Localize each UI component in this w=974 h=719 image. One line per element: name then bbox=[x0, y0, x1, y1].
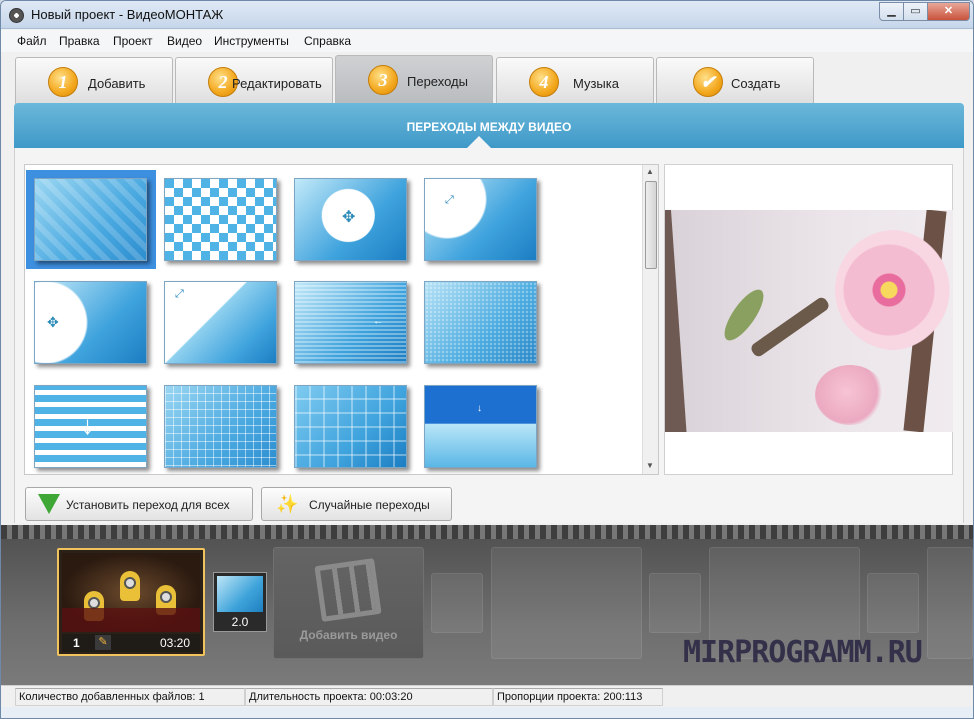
watermark: MIRPROGRAMM.RU bbox=[683, 635, 923, 670]
tab-label: Редактировать bbox=[232, 76, 322, 91]
green-down-arrow-icon bbox=[38, 494, 60, 514]
menu-file[interactable]: Файл bbox=[17, 34, 47, 48]
transition-tile[interactable]: ↓ bbox=[424, 385, 537, 468]
close-button[interactable]: ✕ bbox=[927, 2, 970, 21]
down-arrow-icon: ↓ bbox=[81, 410, 94, 440]
clip-index: 1 bbox=[73, 636, 80, 650]
transition-tile[interactable]: ⤢ bbox=[164, 281, 277, 364]
transition-duration: 2.0 bbox=[231, 615, 249, 629]
status-file-count: Количество добавленных файлов: 1 bbox=[15, 688, 245, 706]
app-window: Новый проект - ВидеоМОНТАЖ ▁ ▭ ✕ Файл Пр… bbox=[0, 0, 974, 719]
random-transitions-button[interactable]: ✨ Случайные переходы bbox=[261, 487, 452, 521]
apply-to-all-button[interactable]: Установить переход для всех bbox=[25, 487, 253, 521]
transition-tile[interactable]: ✥ bbox=[34, 281, 147, 364]
empty-clip-slot bbox=[491, 547, 642, 659]
empty-clip-slot bbox=[927, 547, 973, 659]
preview-area bbox=[664, 164, 953, 475]
status-bar: Количество добавленных файлов: 1 Длитель… bbox=[1, 685, 973, 707]
window-title: Новый проект - ВидеоМОНТАЖ bbox=[31, 7, 224, 22]
transition-tile[interactable] bbox=[164, 178, 277, 261]
menu-tools[interactable]: Инструменты bbox=[214, 34, 289, 48]
transition-tile[interactable] bbox=[164, 385, 277, 468]
transition-tile[interactable] bbox=[294, 385, 407, 468]
clip-thumbnail bbox=[62, 553, 200, 632]
film-reel-icon bbox=[9, 8, 24, 23]
tab-label: Добавить bbox=[88, 76, 146, 91]
timeline-transition[interactable]: 2.0 bbox=[213, 572, 267, 632]
preview-image bbox=[665, 210, 953, 432]
diagonal-arrows-icon: ⤢ bbox=[175, 288, 184, 300]
down-arrow-icon: ↓ bbox=[477, 403, 482, 414]
scroll-down-icon[interactable]: ▼ bbox=[646, 461, 654, 470]
clip-info-bar: 1 ✎ 03:20 bbox=[62, 634, 200, 652]
menu-video[interactable]: Видео bbox=[167, 34, 202, 48]
minimize-button[interactable]: ▁ bbox=[879, 2, 904, 21]
tab-add[interactable]: 1 Добавить bbox=[15, 57, 173, 104]
diagonal-arrows-icon: ⤢ bbox=[445, 194, 454, 206]
transition-tile[interactable]: ↓ bbox=[34, 385, 147, 468]
timeline: 1 ✎ 03:20 2.0 Добавить видео MIRPROGRAMM… bbox=[1, 525, 973, 685]
title-bar: Новый проект - ВидеоМОНТАЖ ▁ ▭ ✕ bbox=[1, 1, 973, 29]
tab-music[interactable]: 4 Музыка bbox=[496, 57, 654, 104]
tab-label: Создать bbox=[731, 76, 781, 91]
film-icon bbox=[314, 558, 382, 622]
transition-tile[interactable] bbox=[34, 178, 147, 261]
step-number-icon: 3 bbox=[368, 65, 398, 95]
tab-create[interactable]: ✔ Создать bbox=[656, 57, 814, 104]
status-aspect-ratio: Пропорции проекта: 200:113 bbox=[493, 688, 663, 706]
add-video-button[interactable]: Добавить видео bbox=[273, 547, 424, 659]
menu-project[interactable]: Проект bbox=[113, 34, 153, 48]
transition-tile[interactable]: ✥ bbox=[294, 178, 407, 261]
magic-wand-icon: ✨ bbox=[276, 494, 299, 514]
transition-tile[interactable] bbox=[424, 281, 537, 364]
empty-transition-slot bbox=[867, 573, 919, 633]
transition-thumbnail bbox=[217, 576, 263, 612]
menu-edit[interactable]: Правка bbox=[59, 34, 100, 48]
window-bottom-border bbox=[1, 707, 973, 718]
transition-gallery: ✥ ⤢ ✥ ⤢ ← ↓ ↓ bbox=[24, 164, 659, 475]
checkmark-icon: ✔ bbox=[693, 67, 723, 97]
step-number-icon: 1 bbox=[48, 67, 78, 97]
tab-label: Переходы bbox=[407, 74, 468, 89]
tab-transitions[interactable]: 3 Переходы bbox=[335, 55, 493, 104]
left-arrow-icon: ← bbox=[373, 316, 383, 327]
film-strip-decoration bbox=[1, 525, 973, 539]
tab-edit[interactable]: 2 Редактировать bbox=[175, 57, 333, 104]
add-video-label: Добавить видео bbox=[299, 628, 398, 642]
move-arrows-icon: ✥ bbox=[342, 209, 356, 226]
empty-transition-slot bbox=[649, 573, 701, 633]
transition-tile[interactable]: ⤢ bbox=[424, 178, 537, 261]
timeline-clip[interactable]: 1 ✎ 03:20 bbox=[57, 548, 205, 656]
tab-label: Музыка bbox=[573, 76, 619, 91]
apply-to-all-label: Установить переход для всех bbox=[66, 498, 230, 512]
section-title: ПЕРЕХОДЫ МЕЖДУ ВИДЕО bbox=[406, 120, 572, 134]
status-duration: Длительность проекта: 00:03:20 bbox=[245, 688, 493, 706]
pencil-icon[interactable]: ✎ bbox=[95, 635, 111, 650]
empty-transition-slot bbox=[431, 573, 483, 633]
menu-help[interactable]: Справка bbox=[304, 34, 351, 48]
scroll-up-icon[interactable]: ▲ bbox=[646, 167, 654, 176]
move-arrows-icon: ✥ bbox=[47, 314, 59, 330]
gallery-scrollbar[interactable]: ▲ ▼ bbox=[642, 165, 658, 474]
clip-duration: 03:20 bbox=[160, 636, 191, 650]
random-transitions-label: Случайные переходы bbox=[309, 498, 430, 512]
scrollbar-thumb[interactable] bbox=[645, 181, 657, 269]
menu-bar: Файл Правка Проект Видео Инструменты Спр… bbox=[1, 30, 973, 52]
transition-tile[interactable]: ← bbox=[294, 281, 407, 364]
maximize-button[interactable]: ▭ bbox=[903, 2, 928, 21]
wizard-tabs: 1 Добавить 2 Редактировать 3 Переходы 4 … bbox=[1, 54, 973, 104]
header-pointer bbox=[467, 136, 491, 148]
step-number-icon: 4 bbox=[529, 67, 559, 97]
